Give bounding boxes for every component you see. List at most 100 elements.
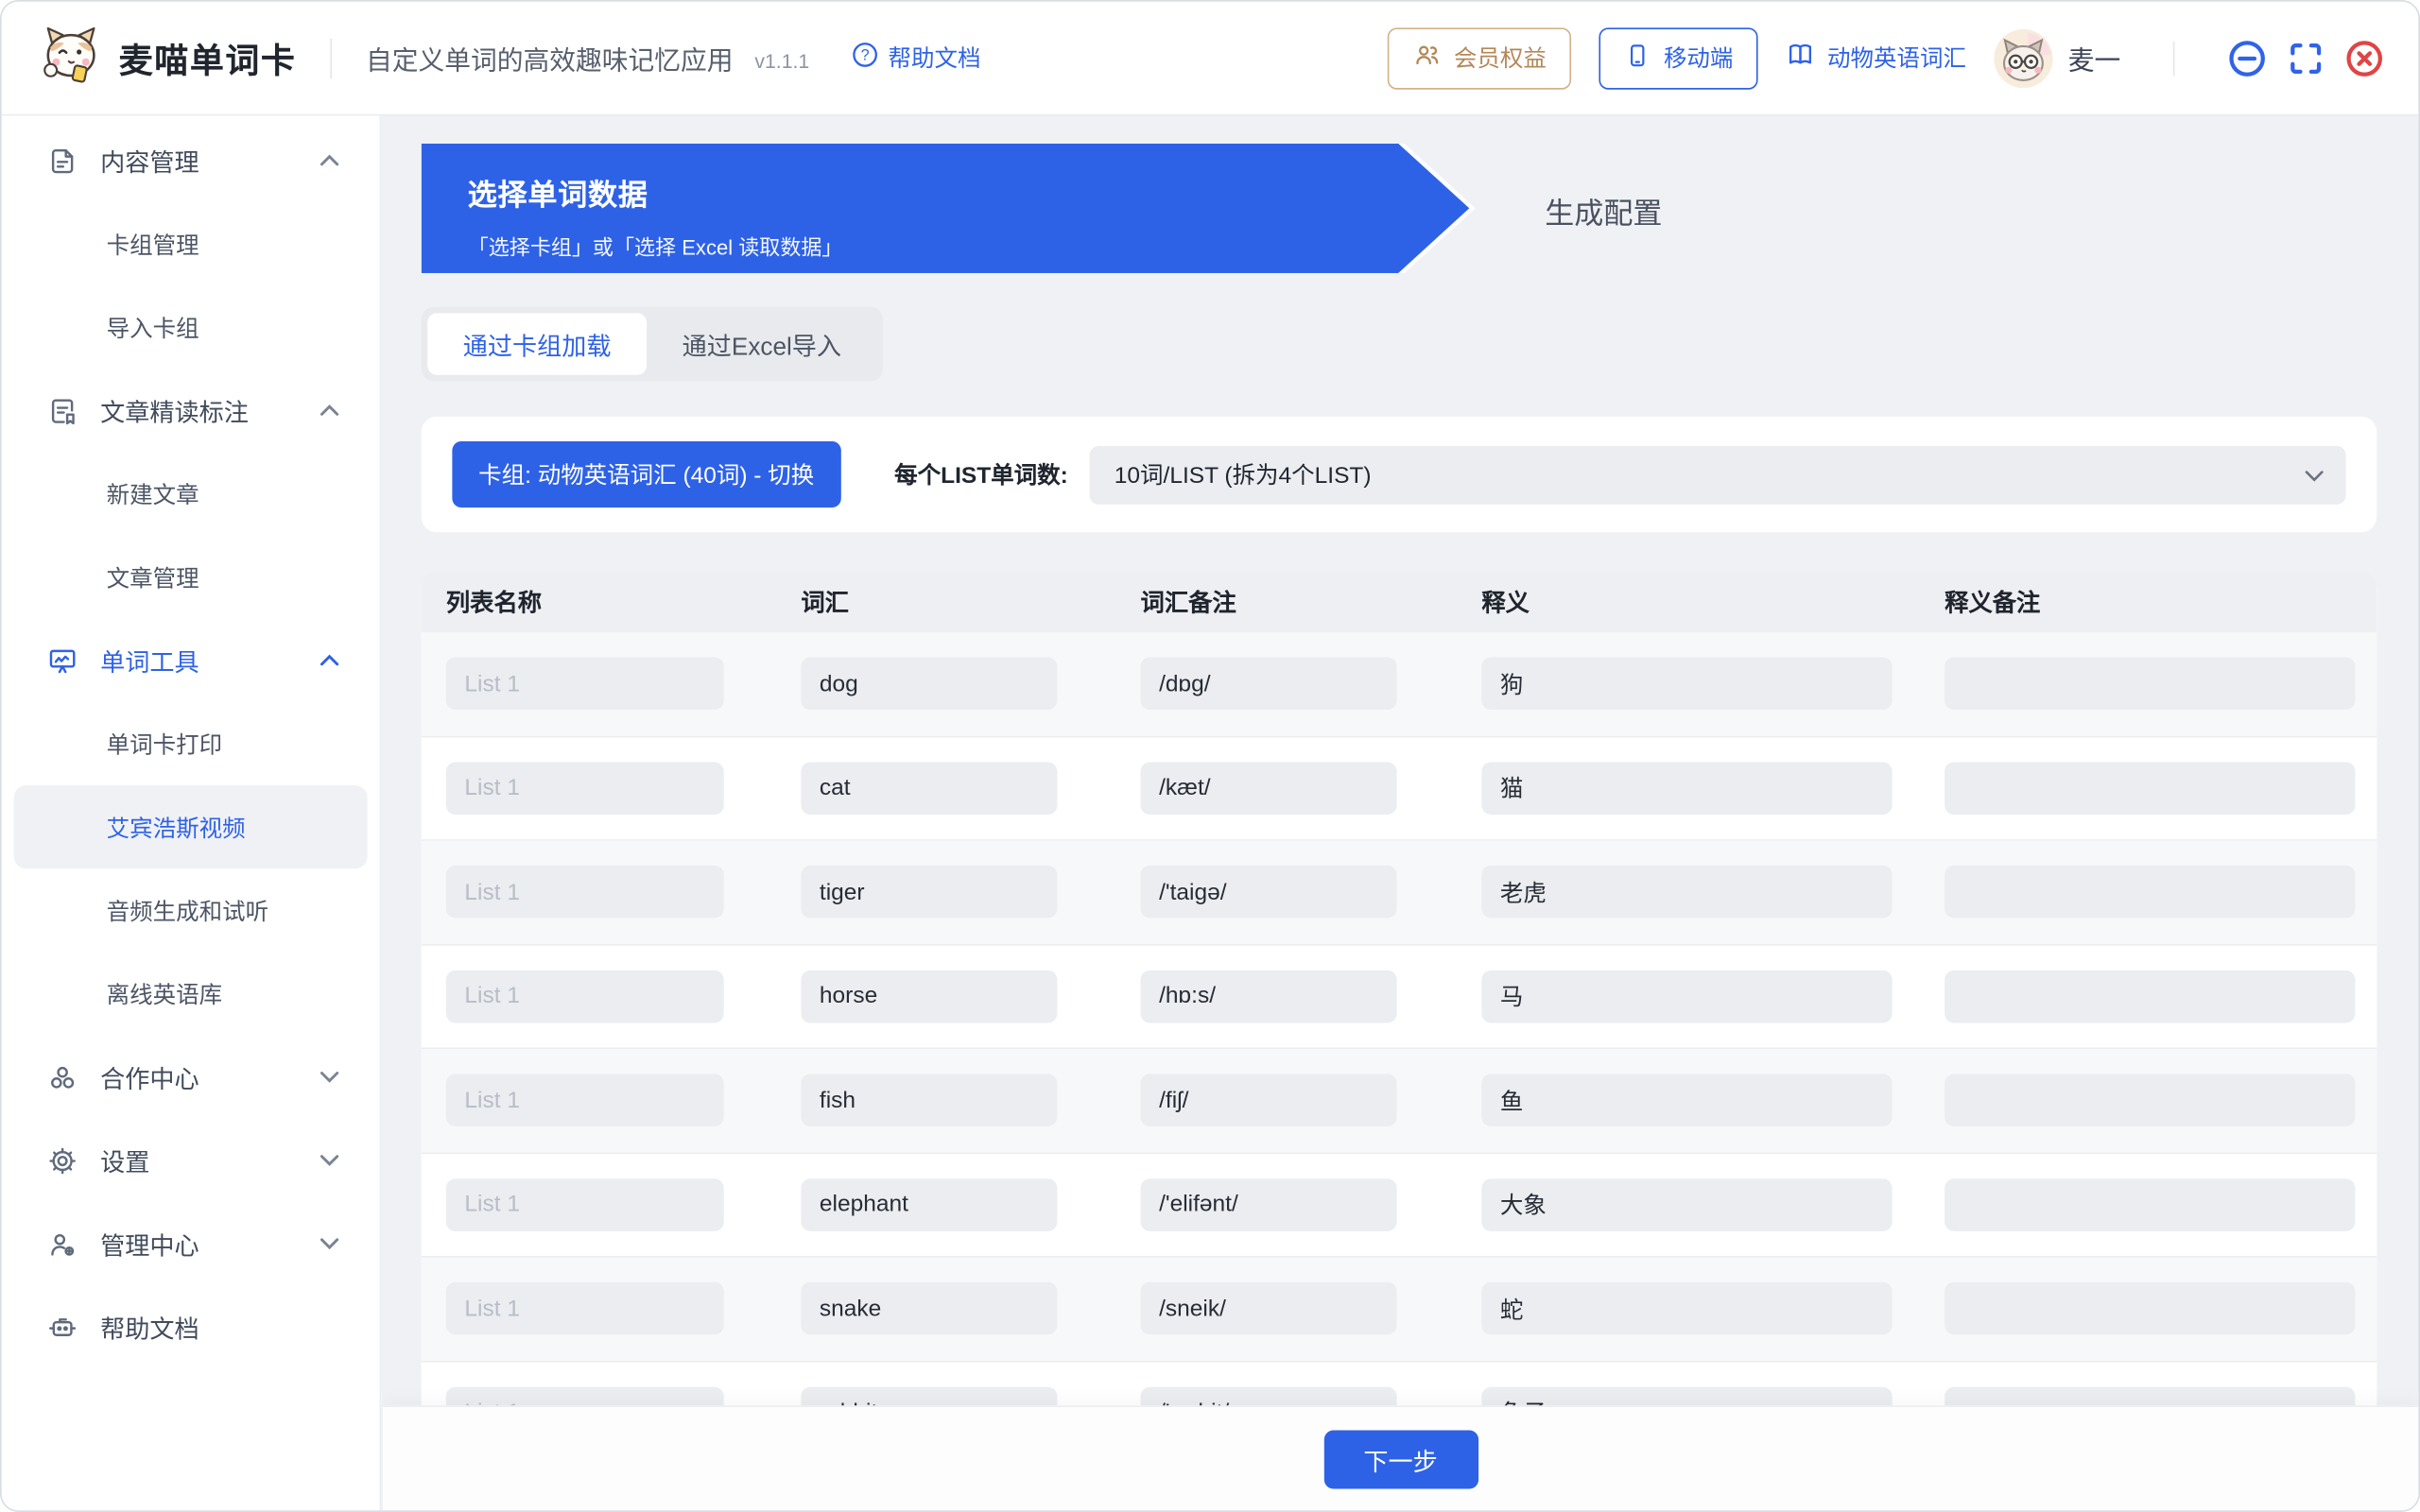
sidebar-item-audio-generation[interactable]: 音频生成和试听 (14, 868, 368, 952)
sidebar-item-content-management[interactable]: 内容管理 (14, 119, 368, 202)
table-row (422, 945, 2377, 1049)
meaning-note-input[interactable] (1945, 658, 2355, 711)
sidebar-item-import-deck[interactable]: 导入卡组 (14, 285, 368, 369)
table-row (422, 737, 2377, 841)
list-name-input[interactable] (446, 658, 724, 711)
bottom-action-bar: 下一步 (383, 1405, 2418, 1510)
document-bookmark-icon (44, 393, 78, 427)
column-header: 词汇 (776, 585, 1115, 619)
data-source-tabs: 通过卡组加载 通过Excel导入 (422, 307, 883, 381)
sidebar-item-flashcard-print[interactable]: 单词卡打印 (14, 702, 368, 785)
minimize-button[interactable] (2227, 38, 2267, 77)
meaning-input[interactable] (1481, 866, 1892, 919)
word-note-input[interactable] (1141, 1282, 1397, 1335)
sidebar-item-article-management[interactable]: 文章管理 (14, 536, 368, 619)
list-name-input[interactable] (446, 1074, 724, 1127)
sidebar-item-offline-english-library[interactable]: 离线英语库 (14, 952, 368, 1035)
sidebar-item-ebbinghaus-video[interactable]: 艾宾浩斯视频 (14, 785, 368, 868)
document-icon (44, 144, 78, 178)
fullscreen-button[interactable] (2288, 40, 2325, 77)
switch-deck-button[interactable]: 卡组: 动物英语词汇 (40词) - 切换 (452, 441, 840, 507)
deck-config-card: 卡组: 动物英语词汇 (40词) - 切换 每个LIST单词数: 10词/LIS… (422, 417, 2377, 532)
cluster-icon (44, 1060, 78, 1094)
word-input[interactable] (801, 1178, 1057, 1231)
chevron-up-icon (320, 646, 339, 674)
app-title: 麦喵单词卡 (119, 33, 297, 82)
close-button[interactable] (2344, 38, 2384, 77)
user-name: 麦一 (2068, 39, 2121, 77)
meaning-note-input[interactable] (1945, 762, 2355, 815)
column-header: 列表名称 (422, 585, 777, 619)
user-profile[interactable]: 麦一 (1994, 28, 2120, 87)
chevron-down-icon (320, 1063, 339, 1091)
word-note-input[interactable] (1141, 1178, 1397, 1231)
list-name-input[interactable] (446, 1282, 724, 1335)
sidebar-item-word-tools[interactable]: 单词工具 (14, 619, 368, 702)
board-chart-icon (44, 644, 78, 678)
list-name-input[interactable] (446, 866, 724, 919)
screen: 麦喵单词卡 自定义单词的高效趣味记忆应用 v1.1.1 ? 帮助文档 会员权益 (0, 0, 2420, 1512)
member-benefits-button[interactable]: 会员权益 (1388, 27, 1571, 89)
step2-title: 生成配置 (1545, 191, 1662, 232)
sidebar-item-help-docs[interactable]: 帮助文档 (14, 1285, 368, 1368)
meaning-note-input[interactable] (1945, 1282, 2355, 1335)
sidebar-item-cooperation-center[interactable]: 合作中心 (14, 1036, 368, 1119)
tab-load-from-deck[interactable]: 通过卡组加载 (427, 313, 647, 374)
next-step-button[interactable]: 下一步 (1323, 1430, 1478, 1488)
list-size-select[interactable]: 10词/LIST (拆为4个LIST) (1090, 445, 2346, 504)
app-logo-cat-icon (39, 22, 104, 94)
column-header: 释义 (1457, 585, 1920, 619)
current-deck-link[interactable]: 动物英语词汇 (1786, 40, 1966, 76)
controls-divider (2173, 41, 2175, 75)
word-input[interactable] (801, 971, 1057, 1023)
word-note-input[interactable] (1141, 866, 1397, 919)
meaning-input[interactable] (1481, 1178, 1892, 1231)
word-input[interactable] (801, 1282, 1057, 1335)
meaning-input[interactable] (1481, 971, 1892, 1023)
sidebar-item-settings[interactable]: 设置 (14, 1119, 368, 1202)
header-divider (330, 38, 332, 77)
app-window: 麦喵单词卡 自定义单词的高效趣味记忆应用 v1.1.1 ? 帮助文档 会员权益 (0, 0, 2420, 1512)
word-table: 列表名称 词汇 词汇备注 释义 释义备注 (422, 571, 2377, 1466)
chevron-down-icon (320, 1146, 339, 1174)
list-name-input[interactable] (446, 1178, 724, 1231)
list-name-input[interactable] (446, 971, 724, 1023)
meaning-note-input[interactable] (1945, 971, 2355, 1023)
word-input[interactable] (801, 1074, 1057, 1127)
tab-import-excel[interactable]: 通过Excel导入 (647, 313, 876, 374)
step-indicator: 选择单词数据 「选择卡组」或「选择 Excel 读取数据」 生成配置 (422, 144, 2377, 273)
table-header-row: 列表名称 词汇 词汇备注 释义 释义备注 (422, 571, 2377, 632)
table-row (422, 1049, 2377, 1153)
word-input[interactable] (801, 866, 1057, 919)
sidebar-item-admin-center[interactable]: 管理中心 (14, 1202, 368, 1285)
table-row (422, 1153, 2377, 1257)
top-header: 麦喵单词卡 自定义单词的高效趣味记忆应用 v1.1.1 ? 帮助文档 会员权益 (2, 2, 2419, 116)
meaning-input[interactable] (1481, 1282, 1892, 1335)
mobile-app-button[interactable]: 移动端 (1599, 27, 1757, 89)
meaning-input[interactable] (1481, 658, 1892, 711)
word-note-input[interactable] (1141, 658, 1397, 711)
meaning-input[interactable] (1481, 762, 1892, 815)
help-doc-link[interactable]: ? 帮助文档 (853, 42, 981, 74)
list-size-label: 每个LIST单词数: (894, 458, 1068, 490)
sidebar-item-article-annotation[interactable]: 文章精读标注 (14, 369, 368, 452)
phone-icon (1623, 41, 1651, 75)
list-name-input[interactable] (446, 762, 724, 815)
sidebar-item-deck-management[interactable]: 卡组管理 (14, 202, 368, 285)
meaning-note-input[interactable] (1945, 866, 2355, 919)
meaning-note-input[interactable] (1945, 1074, 2355, 1127)
word-note-input[interactable] (1141, 762, 1397, 815)
meaning-input[interactable] (1481, 1074, 1892, 1127)
word-input[interactable] (801, 762, 1057, 815)
word-input[interactable] (801, 658, 1057, 711)
meaning-note-input[interactable] (1945, 1178, 2355, 1231)
question-circle-icon: ? (853, 42, 879, 74)
table-row (422, 841, 2377, 945)
user-avatar (1994, 28, 2052, 87)
step1-subtitle: 「选择卡组」或「选择 Excel 读取数据」 (468, 230, 1470, 261)
step1-arrow: 选择单词数据 「选择卡组」或「选择 Excel 读取数据」 (422, 144, 1470, 273)
word-note-input[interactable] (1141, 1074, 1397, 1127)
table-row (422, 632, 2377, 736)
word-note-input[interactable] (1141, 971, 1397, 1023)
sidebar-item-new-article[interactable]: 新建文章 (14, 452, 368, 535)
